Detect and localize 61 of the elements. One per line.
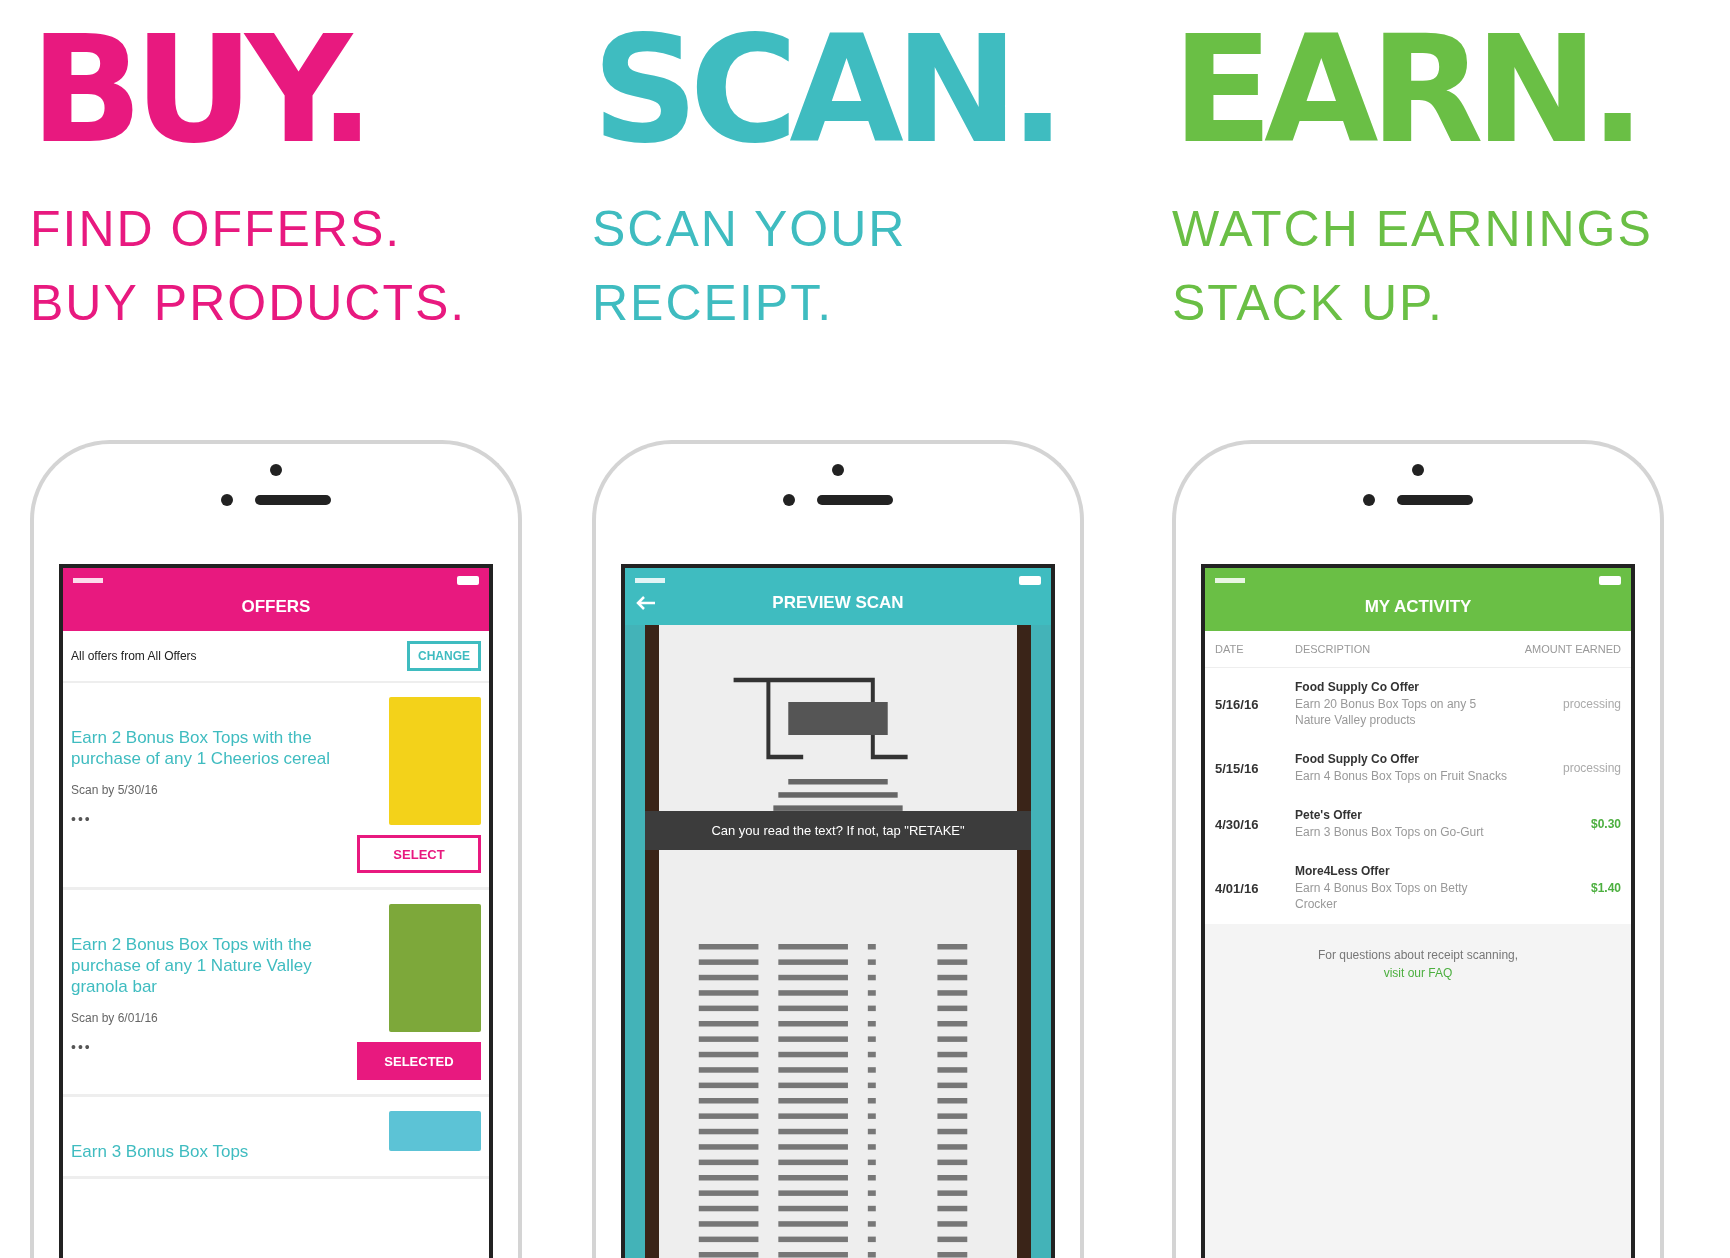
sensor-icon: [783, 494, 795, 506]
offer-text: Earn 2 Bonus Box Tops with the purchase of any 1 Nature Valley granola bar: [71, 934, 313, 997]
offer-description: Earn 3 Bonus Box Tops on Go-Gurt: [1295, 824, 1485, 840]
tagline: FIND OFFERS.: [30, 200, 402, 259]
offer-description: Earn 20 Bonus Box Tops on any 5 Nature Valley products: [1295, 696, 1478, 728]
sensor-icon: [1363, 494, 1375, 506]
screen-title: PREVIEW SCAN: [771, 593, 905, 613]
tagline: RECEIPT.: [592, 274, 834, 333]
signal-icon: [1215, 578, 1245, 583]
offer-title: More4Less Offer: [1295, 864, 1391, 878]
camera-icon: [1412, 464, 1424, 476]
more-options[interactable]: •••: [71, 1039, 345, 1055]
activity-date: 4/30/16: [1215, 816, 1260, 832]
headline: BUY.: [30, 16, 366, 164]
speaker-icon: [817, 495, 893, 505]
signal-icon: [73, 578, 103, 583]
activity-date: 5/15/16: [1215, 760, 1260, 776]
column-header: DATE: [1215, 643, 1245, 655]
camera-icon: [270, 464, 282, 476]
amount-earned: $0.30: [1590, 817, 1621, 831]
back-arrow-icon[interactable]: [635, 595, 657, 611]
filter-text: All offers from All Offers: [71, 649, 197, 663]
tagline: STACK UP.: [1172, 274, 1444, 333]
activity-date: 5/16/16: [1215, 696, 1260, 712]
tagline: WATCH EARNINGS: [1172, 200, 1653, 259]
column-header: AMOUNT EARNED: [1523, 643, 1621, 655]
offer-title: Food Supply Co Offer: [1295, 680, 1420, 694]
column-header: DESCRIPTION: [1295, 643, 1372, 655]
offer-description: Earn 4 Bonus Box Tops on Fruit Snacks: [1295, 768, 1508, 784]
offer-title: Pete's Offer: [1295, 808, 1363, 822]
scan-by-date: Scan by 5/30/16: [71, 783, 159, 797]
retake-prompt: Can you read the text? If not, tap "RETAKE": [645, 811, 1031, 850]
offer-title: Food Supply Co Offer: [1295, 752, 1420, 766]
camera-icon: [832, 464, 844, 476]
offer-text: Earn 2 Bonus Box Tops with the purchase of any 1 Cheerios cereal: [71, 727, 331, 769]
offer-description: Earn 4 Bonus Box Tops on Betty Crocker: [1295, 880, 1469, 912]
speaker-icon: [1397, 495, 1473, 505]
amount-earned: processing: [1562, 761, 1621, 775]
footer-text: For questions about receipt scanning,: [1317, 948, 1519, 962]
more-options[interactable]: •••: [71, 811, 345, 827]
offer-text: Earn 3 Bonus Box Tops: [71, 1141, 250, 1162]
sensor-icon: [221, 494, 233, 506]
change-button[interactable]: CHANGE: [407, 641, 481, 671]
battery-icon: [1599, 576, 1621, 585]
amount-earned: $1.40: [1590, 881, 1621, 895]
scan-by-date: Scan by 6/01/16: [71, 1011, 159, 1025]
battery-icon: [1019, 576, 1041, 585]
select-button[interactable]: SELECT: [357, 835, 481, 873]
headline: SCAN.: [592, 16, 1057, 164]
signal-icon: [635, 578, 665, 583]
screen-title: MY ACTIVITY: [1364, 596, 1472, 618]
tagline: BUY PRODUCTS.: [30, 274, 467, 333]
amount-earned: processing: [1562, 697, 1621, 711]
screen-title: OFFERS: [241, 596, 311, 618]
tagline: SCAN YOUR: [592, 200, 907, 259]
faq-link[interactable]: visit our FAQ: [1383, 966, 1453, 980]
headline: EARN.: [1172, 16, 1637, 164]
battery-icon: [457, 576, 479, 585]
activity-date: 4/01/16: [1215, 880, 1260, 896]
speaker-icon: [255, 495, 331, 505]
select-button[interactable]: SELECTED: [357, 1042, 481, 1080]
